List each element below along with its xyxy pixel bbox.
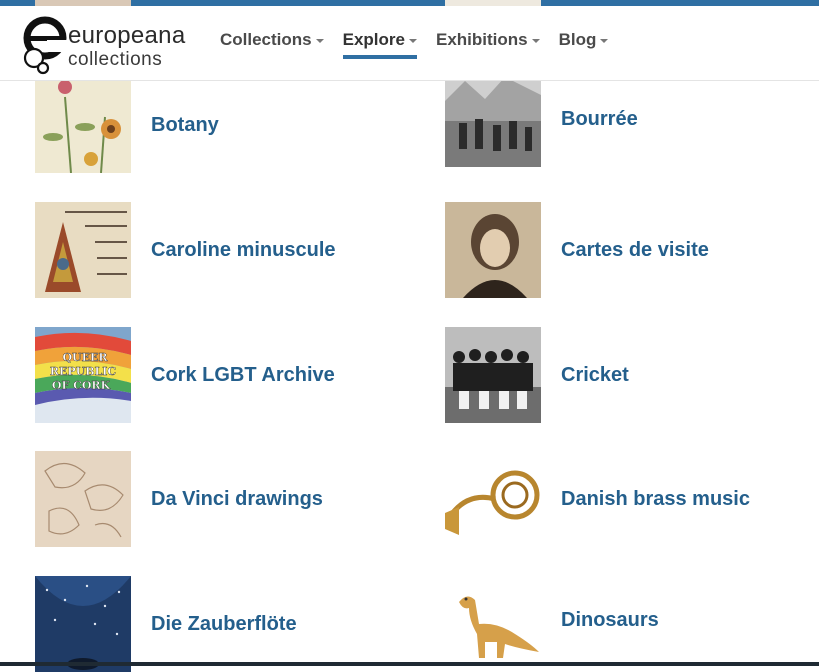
- danish-brass-music-thumbnail[interactable]: [445, 451, 541, 547]
- bourree-thumbnail[interactable]: [445, 71, 541, 167]
- topic-title[interactable]: Botany: [151, 77, 219, 173]
- logo-wordmark: europeana: [68, 22, 186, 49]
- caret-down-icon: [315, 38, 324, 43]
- topic-tile-die-zauberflote[interactable]: Die Zauberflöte: [35, 576, 415, 672]
- botany-thumbnail[interactable]: [35, 77, 131, 173]
- caroline-minuscule-thumbnail[interactable]: [35, 202, 131, 298]
- site-header: europeana collections Collections Explor…: [0, 6, 819, 81]
- topic-title[interactable]: Cork LGBT Archive: [151, 327, 335, 423]
- cricket-thumbnail[interactable]: [445, 327, 541, 423]
- topic-tile-cork-lgbt-archive[interactable]: QUEER REPUBLIC OF CORK Cork LGBT Archive: [35, 327, 415, 423]
- europeana-logo[interactable]: europeana collections: [20, 14, 200, 76]
- topic-tile-botany[interactable]: Botany: [35, 77, 415, 173]
- caret-down-icon: [408, 38, 417, 43]
- topic-title[interactable]: Caroline minuscule: [151, 202, 336, 298]
- die-zauberflote-thumbnail[interactable]: [35, 576, 131, 672]
- topic-title[interactable]: Cartes de visite: [561, 202, 709, 298]
- topic-tile-cricket[interactable]: Cricket: [445, 327, 819, 423]
- topic-tile-danish-brass-music[interactable]: Danish brass music: [445, 451, 819, 547]
- da-vinci-drawings-thumbnail[interactable]: [35, 451, 131, 547]
- logo-mark-icon: [23, 16, 67, 75]
- nav-collections[interactable]: Collections: [220, 29, 324, 51]
- flag-text-line: QUEER: [62, 351, 108, 364]
- topic-tile-cartes-de-visite[interactable]: Cartes de visite: [445, 202, 819, 298]
- topic-title[interactable]: Die Zauberflöte: [151, 576, 297, 672]
- caret-down-icon: [531, 38, 540, 43]
- topic-title[interactable]: Danish brass music: [561, 451, 750, 547]
- topic-title[interactable]: Dinosaurs: [561, 572, 659, 668]
- topic-tile-bourree[interactable]: Bourrée: [445, 71, 819, 167]
- topic-title[interactable]: Da Vinci drawings: [151, 451, 323, 547]
- topic-title[interactable]: Bourrée: [561, 71, 638, 167]
- bottom-edge-bar: [0, 662, 819, 666]
- cartes-de-visite-thumbnail[interactable]: [445, 202, 541, 298]
- topic-title[interactable]: Cricket: [561, 327, 629, 423]
- cork-lgbt-archive-thumbnail[interactable]: QUEER REPUBLIC OF CORK: [35, 327, 131, 423]
- flag-text-line: REPUBLIC: [50, 365, 117, 378]
- flag-text-line: OF CORK: [52, 379, 111, 392]
- main-nav: Collections Explore Exhibitions Blog: [220, 29, 627, 59]
- logo-subtitle: collections: [68, 49, 163, 70]
- nav-blog[interactable]: Blog: [559, 29, 609, 51]
- dinosaurs-thumbnail[interactable]: [445, 572, 541, 668]
- nav-exhibitions[interactable]: Exhibitions: [436, 29, 540, 51]
- topic-tile-dinosaurs[interactable]: Dinosaurs: [445, 572, 819, 668]
- nav-explore[interactable]: Explore: [342, 29, 418, 59]
- topic-tile-da-vinci-drawings[interactable]: Da Vinci drawings: [35, 451, 415, 547]
- caret-down-icon: [600, 38, 609, 43]
- topic-tile-caroline-minuscule[interactable]: Caroline minuscule: [35, 202, 415, 298]
